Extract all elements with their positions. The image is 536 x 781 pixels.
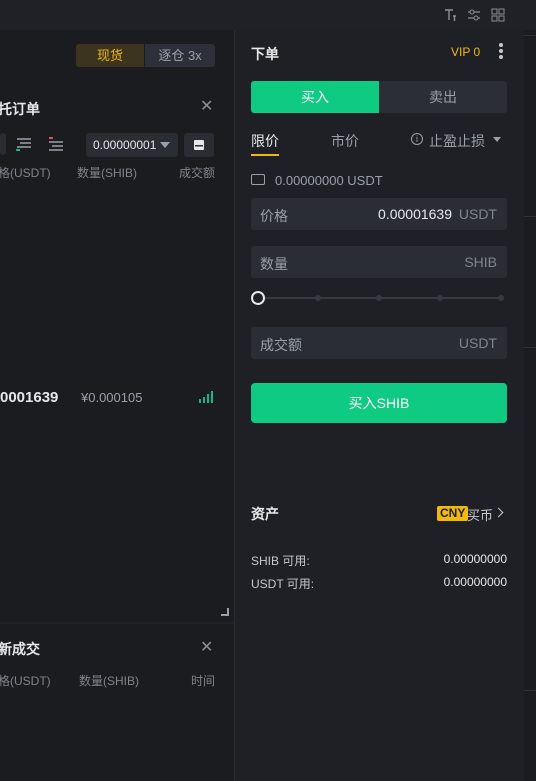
trades-title: 新成交: [0, 641, 40, 657]
tab-limit[interactable]: 限价: [251, 131, 279, 151]
right-edge: [524, 30, 536, 781]
chevron-down-icon[interactable]: [493, 137, 501, 142]
slider-node-50[interactable]: [376, 295, 382, 301]
orderbook-price-header: 格(USDT): [0, 166, 51, 180]
slider-node-100[interactable]: [498, 295, 504, 301]
orderbook-asks-view-icon[interactable]: [47, 136, 67, 152]
amount-label: 数量: [260, 256, 288, 272]
price-value[interactable]: 0.00001639: [378, 206, 452, 222]
total-input[interactable]: 成交额 USDT: [251, 327, 507, 359]
orderbook-both-view-icon[interactable]: [0, 133, 6, 155]
total-label: 成交额: [260, 337, 302, 353]
close-icon[interactable]: ✕: [200, 96, 213, 116]
price-unit: USDT: [458, 206, 497, 222]
orderbook-total-header: 成交额: [179, 166, 216, 180]
more-options-icon[interactable]: [499, 43, 503, 59]
price-label: 价格: [260, 208, 288, 224]
total-unit: USDT: [458, 335, 497, 351]
amount-unit: SHIB: [464, 254, 497, 270]
precision-value: 0.00000001: [93, 138, 157, 152]
spot-mode-tab[interactable]: 现货: [76, 44, 144, 67]
top-toolbar: [0, 0, 536, 31]
cross-margin-tab[interactable]: 逐仓 3x: [145, 44, 215, 67]
price-input[interactable]: 价格 0.00001639 USDT: [251, 198, 507, 230]
chevron-down-icon: [160, 142, 170, 148]
sliders-icon[interactable]: [465, 6, 483, 24]
orderbook-title: 托订单: [0, 101, 40, 117]
slider-node-25[interactable]: [315, 295, 321, 301]
amount-input[interactable]: 数量 SHIB: [251, 246, 507, 278]
assets-title: 资产: [251, 506, 279, 522]
close-icon[interactable]: ✕: [200, 637, 213, 657]
currency-badge: CNY: [437, 506, 469, 521]
signal-strength-icon: [199, 391, 215, 403]
orderbook-amount-header: 数量(SHIB): [77, 166, 138, 180]
active-tab-indicator: [251, 154, 279, 156]
asset-name: USDT 可用:: [251, 577, 315, 591]
text-size-icon[interactable]: [441, 6, 459, 24]
buy-tab[interactable]: 买入: [251, 81, 379, 113]
available-balance: 0.00000000 USDT: [275, 173, 383, 188]
asset-amount: 0.00000000: [443, 552, 507, 566]
vip-level[interactable]: VIP 0: [451, 45, 480, 59]
trades-amount-header: 数量(SHIB): [79, 674, 140, 688]
buy-coin-link[interactable]: 买币: [467, 505, 493, 524]
precision-select[interactable]: 0.00000001: [86, 133, 178, 157]
chevron-right-icon[interactable]: [493, 507, 504, 518]
panel-divider: [0, 622, 234, 624]
printer-icon: [194, 140, 204, 150]
trades-time-header: 时间: [191, 674, 216, 688]
trades-price-header: 格(USDT): [0, 674, 51, 688]
asset-name: SHIB 可用:: [251, 554, 310, 568]
tab-stop[interactable]: 止盈止损: [429, 131, 485, 151]
resize-handle[interactable]: [221, 608, 229, 616]
asset-amount: 0.00000000: [443, 575, 507, 589]
slider-node-75[interactable]: [437, 295, 443, 301]
orderbook-settings-button[interactable]: [184, 133, 214, 157]
orderbook-bids-view-icon[interactable]: [15, 136, 35, 152]
info-icon[interactable]: i: [411, 133, 423, 145]
amount-slider[interactable]: [251, 290, 507, 306]
sell-tab[interactable]: 卖出: [379, 81, 507, 113]
last-price-cny: ¥0.000105: [81, 390, 143, 405]
order-panel: 下单 VIP 0 买入 卖出 限价 市价 i 止盈止损 0.00000000 U…: [235, 30, 524, 781]
tab-market[interactable]: 市价: [331, 131, 359, 151]
last-price: 0001639: [0, 389, 59, 406]
layout-grid-icon[interactable]: [489, 6, 507, 24]
buy-submit-button[interactable]: 买入SHIB: [251, 383, 507, 423]
order-panel-title: 下单: [251, 46, 279, 62]
slider-knob[interactable]: [251, 291, 265, 305]
